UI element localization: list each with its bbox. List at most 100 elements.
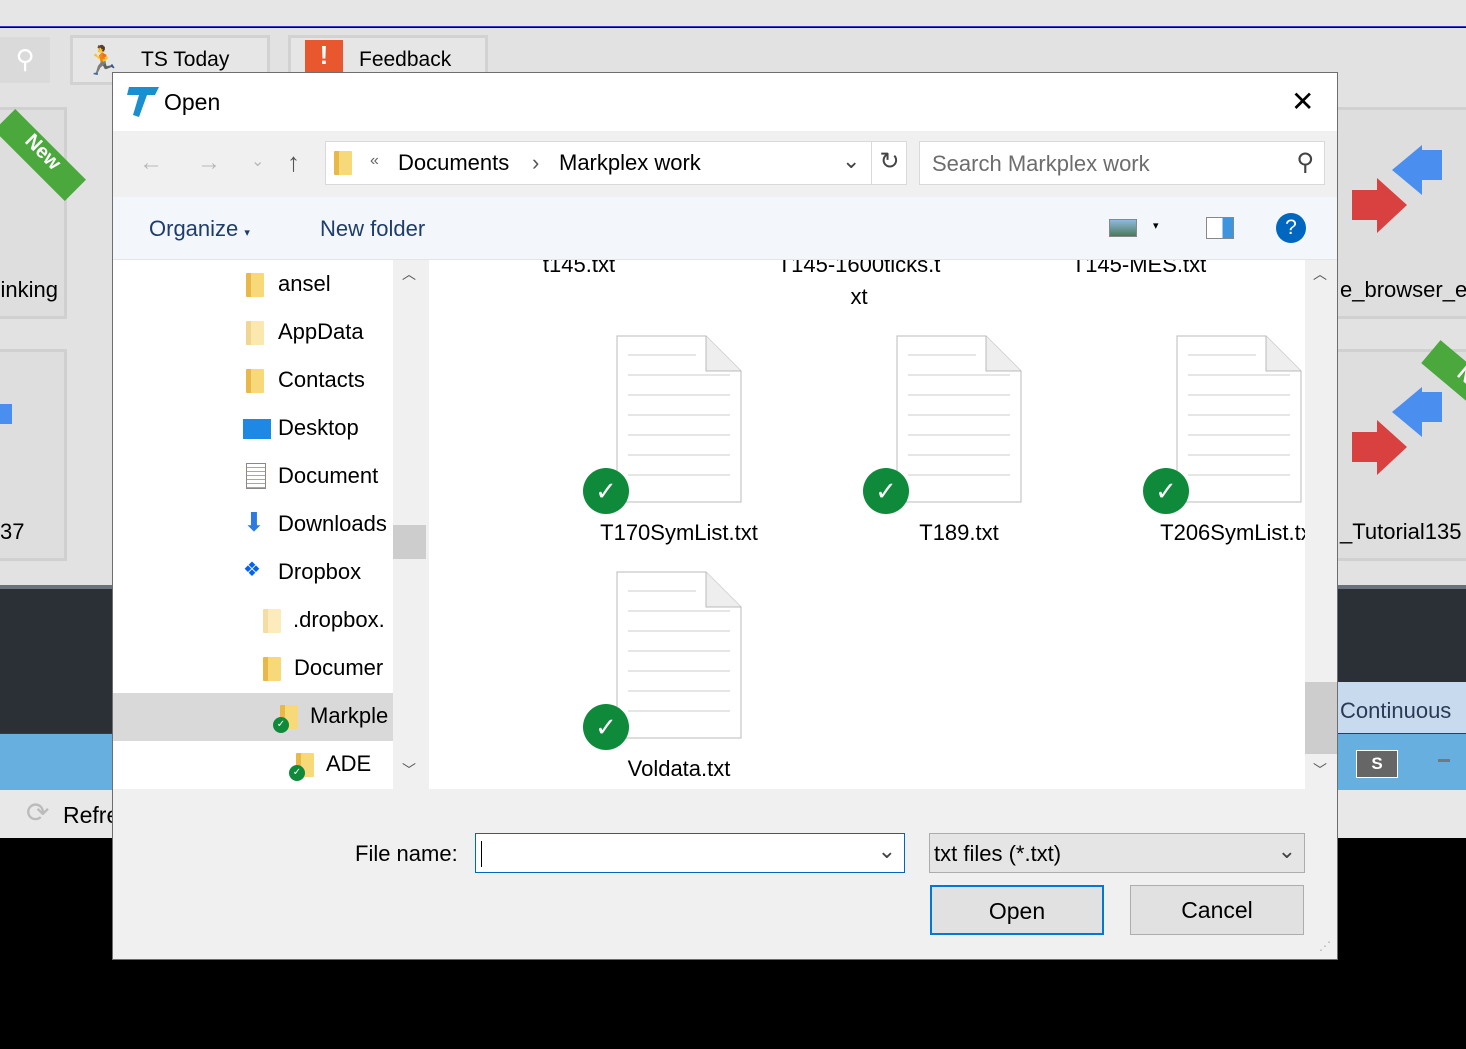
- recent-chevron-icon[interactable]: ⌄: [251, 151, 264, 171]
- dropbox-icon: ❖: [243, 559, 261, 581]
- folder-icon: [334, 151, 352, 175]
- text-file-icon: [616, 571, 742, 739]
- desktop-icon: [243, 419, 271, 439]
- chevron-down-icon[interactable]: ⌄: [1278, 838, 1296, 864]
- synced-check-icon: ✓: [1143, 468, 1189, 514]
- preview-pane-icon[interactable]: [1206, 217, 1234, 239]
- nav-item-desktop[interactable]: Desktop: [113, 405, 393, 453]
- synced-check-icon: ✓: [583, 704, 629, 750]
- nav-label: Downloads: [278, 511, 387, 536]
- synced-check-icon: ✓: [273, 717, 289, 733]
- nav-item-ade[interactable]: ✓ ADE: [113, 741, 393, 789]
- open-dialog: Open ✕ ← → ⌄ ↑ « Documents › Markplex wo…: [112, 72, 1338, 960]
- tile-label: 37: [0, 519, 25, 544]
- file-name[interactable]: T145-MES.txt: [1009, 260, 1269, 278]
- nav-item-dropbox-documents[interactable]: Documer: [113, 645, 393, 693]
- tile-label: _Tutorial135: [1340, 519, 1462, 544]
- up-arrow-icon[interactable]: ↑: [287, 147, 300, 178]
- file-name-label: File name:: [355, 841, 458, 866]
- minus-icon[interactable]: [1438, 759, 1450, 762]
- toolbar: Organize ▾ New folder ▾ ?: [113, 197, 1337, 260]
- navigation-pane: ansel AppData Contacts Desktop Document …: [113, 260, 393, 789]
- folder-icon: [263, 609, 281, 633]
- file-name: T170SymList.txt: [600, 520, 758, 545]
- folder-sync-icon: [263, 657, 281, 681]
- nav-item-downloads[interactable]: ⬇ Downloads: [113, 501, 393, 549]
- tile-label: inking: [0, 277, 58, 302]
- file-name: Voldata.txt: [627, 756, 731, 781]
- view-dropdown-icon[interactable]: ▾: [1153, 219, 1159, 232]
- merge-arrows-icon: [1352, 387, 1442, 475]
- nav-item-dropbox-hidden[interactable]: .dropbox.: [113, 597, 393, 645]
- nav-label: Document: [278, 463, 379, 488]
- chevron-down-icon[interactable]: ⌄: [842, 148, 860, 174]
- resize-grip-icon[interactable]: ⋰: [1319, 939, 1331, 953]
- exclamation-icon: !: [305, 40, 343, 74]
- refresh-button[interactable]: ↻: [871, 141, 907, 185]
- file-list: t145.txt T145-1600ticks.t xt T145-MES.tx…: [429, 260, 1305, 789]
- search-icon[interactable]: ⚲: [0, 37, 50, 83]
- view-icon[interactable]: [1109, 219, 1137, 237]
- s-button[interactable]: S: [1356, 750, 1398, 778]
- organize-label: Organize: [149, 216, 239, 241]
- continuous-tab[interactable]: Continuous: [1338, 682, 1466, 733]
- forward-arrow-icon[interactable]: →: [197, 149, 221, 177]
- help-icon[interactable]: ?: [1276, 213, 1306, 243]
- close-button[interactable]: ✕: [1291, 85, 1314, 118]
- breadcrumb-documents[interactable]: Documents: [398, 150, 509, 176]
- scroll-thumb[interactable]: [1305, 682, 1337, 754]
- chevron-down-icon[interactable]: ⌄: [878, 838, 896, 864]
- nav-item-contacts[interactable]: Contacts: [113, 357, 393, 405]
- search-input[interactable]: Search Markplex work ⚲: [919, 141, 1325, 185]
- file-name-continued: xt: [850, 284, 868, 309]
- nav-label: Desktop: [278, 415, 359, 440]
- nav-label: Documer: [294, 655, 384, 680]
- scroll-thumb[interactable]: [393, 525, 426, 559]
- scroll-up-icon[interactable]: ︿: [1313, 264, 1327, 284]
- cancel-button[interactable]: Cancel: [1130, 885, 1304, 935]
- folder-icon: [246, 321, 264, 345]
- app-top-strip: [0, 0, 1466, 27]
- file-type-select[interactable]: txt files (*.txt) ⌄: [929, 833, 1305, 873]
- organize-menu[interactable]: Organize ▾: [149, 216, 250, 242]
- file-scrollbar[interactable]: ︿ ﹀: [1305, 260, 1337, 789]
- file-name-input[interactable]: ⌄: [475, 833, 905, 873]
- nav-label: Contacts: [278, 367, 365, 392]
- dialog-title: Open: [164, 89, 221, 115]
- scroll-down-icon[interactable]: ﹀: [1313, 760, 1327, 780]
- scroll-up-icon[interactable]: ︿: [402, 264, 416, 284]
- file-name: T206SymList.txt: [1160, 520, 1305, 545]
- new-folder-button[interactable]: New folder: [320, 216, 425, 242]
- tile-label: e_browser_ex: [1340, 277, 1466, 302]
- arrow-icon: [0, 404, 12, 424]
- tile[interactable]: 37: [0, 349, 67, 561]
- nav-label: Markple: [310, 703, 389, 728]
- text-file-icon: [1176, 335, 1302, 503]
- nav-item-dropbox[interactable]: ❖ Dropbox: [113, 549, 393, 597]
- tile[interactable]: e_browser_ex: [1335, 107, 1466, 319]
- scroll-down-icon[interactable]: ﹀: [402, 760, 416, 780]
- tile[interactable]: New inking: [0, 107, 86, 319]
- text-file-icon: [616, 335, 742, 503]
- file-name[interactable]: T145-1600ticks.t: [729, 260, 989, 278]
- refresh-button[interactable]: Refre: [63, 802, 119, 829]
- nav-item-markplex-work[interactable]: ✓ Markple: [113, 693, 393, 741]
- synced-check-icon: ✓: [289, 765, 305, 781]
- open-button[interactable]: Open: [930, 885, 1104, 935]
- tile[interactable]: New _Tutorial135: [1335, 340, 1466, 561]
- nav-item-appdata[interactable]: AppData: [113, 309, 393, 357]
- back-arrow-icon[interactable]: ←: [139, 149, 163, 177]
- address-bar[interactable]: « Documents › Markplex work ⌄: [325, 141, 907, 185]
- folder-icon: [246, 273, 264, 297]
- contacts-icon: [246, 369, 264, 393]
- breadcrumb-markplex-work[interactable]: Markplex work: [559, 150, 701, 176]
- nav-item-ansel[interactable]: ansel: [113, 261, 393, 309]
- search-icon: ⚲: [1296, 149, 1314, 176]
- file-type-value: txt files (*.txt): [934, 841, 1062, 866]
- breadcrumb-overflow[interactable]: «: [370, 152, 379, 170]
- synced-check-icon: ✓: [583, 468, 629, 514]
- nav-scrollbar[interactable]: ︿ ﹀: [393, 260, 426, 789]
- file-name[interactable]: t145.txt: [449, 260, 709, 278]
- nav-item-documents[interactable]: Document: [113, 453, 393, 501]
- refresh-icon: ⟳: [26, 797, 50, 828]
